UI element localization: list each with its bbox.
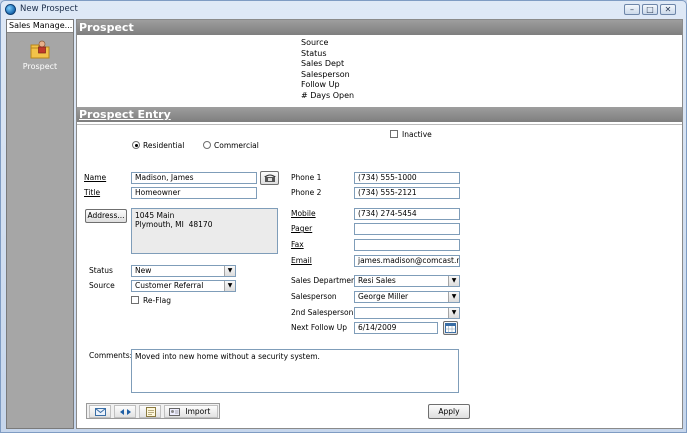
summary-days-open: # Days Open: [301, 90, 355, 100]
email-label: Email: [291, 256, 312, 265]
calendar-button[interactable]: [443, 321, 458, 335]
address-button[interactable]: Address...: [85, 209, 127, 223]
title-bar: New Prospect – □ ✕: [1, 1, 686, 18]
source-label: Source: [89, 281, 115, 290]
reflag-checkbox[interactable]: [131, 296, 139, 304]
salesperson-select[interactable]: George Miller ▼: [354, 291, 460, 303]
comments-field[interactable]: Moved into new home without a security s…: [131, 349, 459, 393]
sales-department-select[interactable]: Resi Sales ▼: [354, 275, 460, 287]
window-title: New Prospect: [20, 4, 78, 14]
email-button[interactable]: [89, 405, 111, 418]
next-follow-up-field[interactable]: 6/14/2009: [354, 322, 438, 334]
chevron-down-icon: ▼: [224, 266, 235, 276]
inactive-label: Inactive: [402, 130, 432, 139]
calendar-icon: [445, 323, 456, 333]
phone2-field[interactable]: (734) 555-2121: [354, 187, 460, 199]
second-salesperson-select[interactable]: ▼: [354, 307, 460, 319]
navigate-button[interactable]: [114, 405, 136, 418]
sidebar-item-prospect[interactable]: Prospect: [7, 62, 73, 71]
fax-label: Fax: [291, 240, 304, 249]
notepad-icon: [146, 407, 156, 417]
status-value: New: [135, 266, 152, 275]
phone2-label: Phone 2: [291, 188, 322, 197]
summary-sales-dept: Sales Dept: [301, 59, 345, 68]
source-value: Customer Referral: [135, 281, 204, 290]
maximize-button[interactable]: □: [642, 4, 658, 15]
residential-radio[interactable]: [132, 141, 140, 149]
contact-card-icon: [169, 408, 180, 416]
main-panel: Prospect Source Status Sales Dept Salesp…: [76, 19, 683, 429]
commercial-radio[interactable]: [203, 141, 211, 149]
status-label: Status: [89, 266, 113, 275]
inactive-checkbox[interactable]: [390, 130, 398, 138]
pager-field[interactable]: [354, 223, 460, 235]
arrows-left-right-icon: [120, 409, 131, 415]
chevron-down-icon: ▼: [448, 292, 459, 302]
import-label: Import: [185, 407, 211, 416]
phone-lookup-button[interactable]: [260, 171, 279, 185]
source-select[interactable]: Customer Referral ▼: [131, 280, 236, 292]
phone1-label: Phone 1: [291, 173, 322, 182]
sales-department-label: Sales Department: [291, 276, 359, 285]
sidebar-header: Sales Manage...: [7, 20, 73, 33]
pager-label: Pager: [291, 224, 313, 233]
app-icon: [5, 4, 16, 15]
residential-label: Residential: [143, 141, 185, 150]
summary-salesperson: Salesperson: [301, 69, 350, 79]
second-salesperson-label: 2nd Salesperson: [291, 308, 354, 317]
bottom-toolbar: Import: [86, 403, 220, 419]
title-field[interactable]: Homeowner: [131, 187, 257, 199]
email-field[interactable]: james.madison@comcast.net: [354, 255, 460, 267]
chevron-down-icon: ▼: [448, 276, 459, 286]
telephone-icon: [263, 174, 276, 182]
chevron-down-icon: ▼: [448, 308, 459, 318]
name-label: Name: [84, 173, 107, 182]
prospect-section-header: Prospect: [77, 20, 682, 35]
salesperson-label: Salesperson: [291, 292, 337, 301]
mobile-field[interactable]: (734) 274-5454: [354, 208, 460, 220]
summary-source: Source: [301, 38, 329, 47]
prospect-summary-list: Source Status Sales Dept Salesperson Fol…: [301, 38, 354, 101]
prospect-entry-header: Prospect Entry: [77, 107, 682, 122]
envelope-icon: [95, 408, 106, 416]
summary-status: Status: [301, 48, 327, 58]
prospect-window: New Prospect – □ ✕ Sales Manage... Prosp…: [0, 0, 687, 433]
sidebar: Sales Manage... Prospect: [6, 19, 74, 429]
close-button[interactable]: ✕: [660, 4, 676, 15]
chevron-down-icon: ▼: [224, 281, 235, 291]
fax-field[interactable]: [354, 239, 460, 251]
summary-follow-up: Follow Up: [301, 80, 340, 89]
name-field[interactable]: Madison, James: [131, 172, 257, 184]
mobile-label: Mobile: [291, 209, 316, 218]
minimize-button[interactable]: –: [624, 4, 640, 15]
entry-divider: [77, 124, 682, 125]
title-label: Title: [84, 188, 101, 197]
salesperson-value: George Miller: [358, 292, 409, 301]
status-select[interactable]: New ▼: [131, 265, 236, 277]
phone1-field[interactable]: (734) 555-1000: [354, 172, 460, 184]
commercial-label: Commercial: [214, 141, 259, 150]
next-follow-up-label: Next Follow Up: [291, 323, 348, 332]
comments-label: Comments:: [89, 351, 133, 360]
address-display: 1045 Main Plymouth, MI 48170: [131, 208, 278, 254]
notes-button[interactable]: [139, 405, 161, 418]
folder-person-icon[interactable]: [30, 39, 50, 59]
sales-department-value: Resi Sales: [358, 276, 396, 285]
import-button[interactable]: Import: [164, 405, 218, 418]
reflag-label: Re-Flag: [143, 296, 171, 305]
apply-button[interactable]: Apply: [428, 404, 470, 419]
